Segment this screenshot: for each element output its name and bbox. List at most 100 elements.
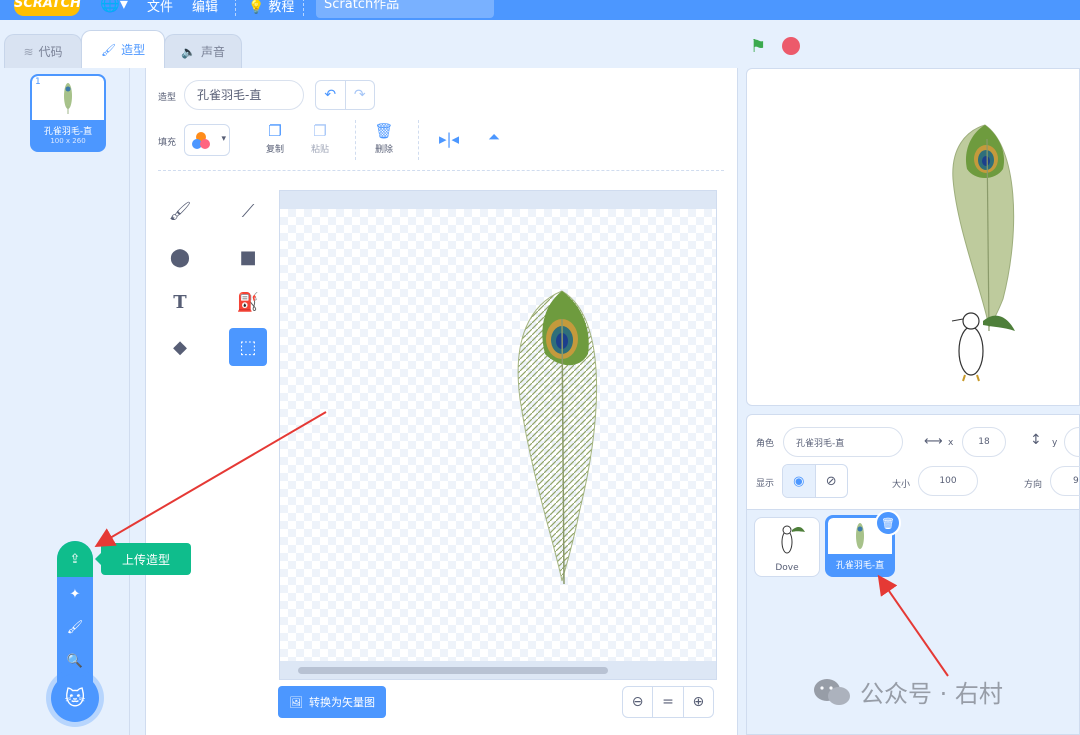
stage[interactable] (746, 68, 1080, 406)
choose-costume-button[interactable]: 🐱 (51, 674, 99, 722)
menu-separator (235, 0, 236, 16)
fill-tool[interactable]: ⛽ (229, 283, 267, 321)
surprise-button[interactable]: ✦ (57, 578, 93, 610)
color-dots-icon (192, 132, 210, 149)
peacock-feather-image (517, 290, 597, 585)
upload-costume-button[interactable]: ⇪ (57, 541, 93, 577)
green-flag-icon[interactable]: ⚑ (750, 36, 766, 57)
undo-icon[interactable]: ↶ (316, 81, 345, 109)
rectangle-icon: ■ (239, 246, 257, 268)
costume-number: 1 (35, 77, 41, 87)
watermark-text: 公众号 · 右村 (860, 680, 1003, 708)
tab-costumes-label: 造型 (121, 43, 146, 57)
costume-thumbnail: 1 (32, 76, 104, 120)
text-tool[interactable]: T (161, 283, 199, 321)
costume-list-scrollbar[interactable] (130, 68, 146, 735)
copy-button[interactable]: ❐ 复制 (259, 122, 291, 155)
zoom-in-icon[interactable]: ⊕ (682, 687, 713, 717)
vertical-arrows-icon: ↕ (1030, 432, 1042, 448)
sparkle-icon: ✦ (69, 586, 81, 602)
horizontal-arrows-icon: ⟷ (924, 434, 943, 449)
sprite-name-input[interactable]: 孔雀羽毛-直 (783, 427, 903, 457)
costume-size: 100 x 260 (50, 137, 86, 145)
brush-tool[interactable]: 🖌 (161, 192, 199, 230)
tab-sounds-label: 声音 (200, 45, 225, 59)
sprite-label: 角色 (756, 439, 775, 449)
direction-input[interactable]: 9 (1050, 466, 1080, 496)
menu-separator (303, 0, 304, 16)
zoom-controls: ⊖ = ⊕ (622, 686, 714, 718)
delete-sprite-trash-icon[interactable]: 🗑 (875, 510, 901, 536)
brush-icon: 🖌 (168, 200, 192, 222)
chevron-down-icon: ▾ (221, 134, 226, 144)
toolbar-separator (418, 120, 419, 160)
upload-costume-tooltip: 上传造型 (95, 543, 191, 575)
paste-label: 粘贴 (310, 145, 329, 155)
language-globe-icon[interactable]: 🌐▾ (100, 0, 128, 13)
tab-code[interactable]: ≋ 代码 (4, 34, 82, 68)
paste-button[interactable]: ❐ 粘贴 (304, 122, 336, 155)
direction-label: 方向 (1024, 480, 1043, 490)
watermark: 公众号 · 右村 (812, 674, 1003, 709)
wechat-icon (814, 678, 850, 705)
copy-icon: ❐ (268, 122, 282, 140)
zoom-out-icon[interactable]: ⊖ (623, 687, 652, 717)
zoom-reset-icon[interactable]: = (652, 687, 682, 717)
stage-sprites (951, 124, 1015, 382)
fill-label: 填充 (158, 138, 177, 148)
sprite-tile-dove[interactable]: Dove (754, 517, 820, 577)
visibility-toggle: ◉ ⊘ (782, 464, 848, 498)
flip-vertical-button[interactable]: ⏶ (478, 128, 510, 148)
cat-icon: 🐱 (64, 686, 86, 710)
stop-icon[interactable] (782, 37, 800, 55)
scratch-logo[interactable]: SCRATCH (14, 0, 81, 16)
delete-button[interactable]: 🗑 删除 (368, 122, 400, 155)
flip-horizontal-button[interactable]: ▸|◂ (433, 130, 465, 150)
menu-bar: SCRATCH 🌐▾ 文件 编辑 💡 教程 Scratch作品 (0, 0, 1080, 20)
project-title-input[interactable]: Scratch作品 (316, 0, 494, 18)
size-label: 大小 (892, 480, 911, 490)
menu-file[interactable]: 文件 (147, 0, 173, 15)
dove-thumbnail-icon (781, 525, 805, 554)
image-icon: 🖼 (289, 695, 303, 709)
upload-icon: ⇪ (69, 551, 81, 567)
paint-button[interactable]: 🖌 (57, 611, 93, 643)
circle-tool[interactable]: ⬤ (161, 238, 199, 276)
line-icon: ⟋ (241, 200, 255, 222)
flip-vertical-icon: ⏶ (487, 128, 500, 146)
fill-color-picker[interactable]: ▾ (184, 124, 230, 156)
eye-off-icon[interactable]: ⊘ (814, 465, 848, 497)
menu-edit[interactable]: 编辑 (192, 0, 218, 15)
delete-label: 删除 (374, 145, 393, 155)
redo-icon[interactable]: ↷ (344, 81, 375, 109)
convert-to-vector-button[interactable]: 🖼 转换为矢量图 (278, 686, 386, 718)
menu-tutorials[interactable]: 💡 教程 (248, 0, 294, 15)
drawing-canvas-frame (279, 190, 717, 680)
line-tool[interactable]: ⟋ (229, 192, 267, 230)
trash-icon: 🗑 (374, 122, 394, 140)
code-icon: ≋ (23, 44, 34, 59)
costume-tile[interactable]: 1 孔雀羽毛-直 100 x 260 (30, 74, 106, 152)
eraser-tool[interactable]: ◆ (161, 328, 199, 366)
costume-name: 孔雀羽毛-直 (43, 127, 93, 137)
rectangle-tool[interactable]: ■ (229, 238, 267, 276)
y-label: y (1052, 438, 1058, 448)
canvas-horizontal-scrollbar[interactable] (298, 667, 608, 674)
sprite-name: Dove (775, 563, 799, 573)
costume-name-label: 造型 (158, 93, 177, 103)
costume-name-input[interactable]: 孔雀羽毛-直 (184, 80, 304, 110)
flip-horizontal-icon: ▸|◂ (438, 130, 460, 148)
paste-icon: ❐ (313, 122, 327, 140)
search-button[interactable]: 🔍 (57, 645, 93, 677)
select-tool[interactable]: ⬚ (229, 328, 267, 366)
tab-costumes[interactable]: 🖌 造型 (81, 30, 165, 68)
eraser-icon: ◆ (173, 336, 187, 358)
paint-bucket-icon: ⛽ (236, 291, 260, 313)
drawing-canvas[interactable] (280, 209, 716, 661)
text-icon: T (173, 291, 187, 313)
copy-label: 复制 (265, 145, 284, 155)
tab-sounds[interactable]: 🔈 声音 (164, 34, 242, 68)
size-input[interactable]: 100 (918, 466, 978, 496)
x-position-input[interactable]: 18 (962, 427, 1006, 457)
eye-icon[interactable]: ◉ (783, 465, 815, 497)
